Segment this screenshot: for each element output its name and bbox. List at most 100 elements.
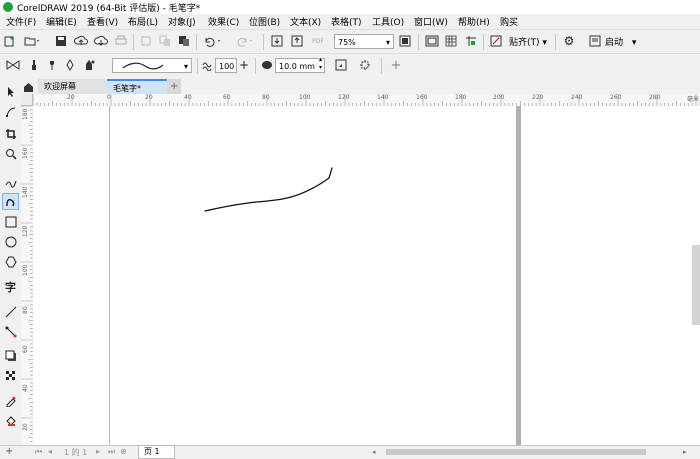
menu-table[interactable]: 表格(T) (331, 15, 362, 28)
crop-tool-icon[interactable] (2, 125, 19, 142)
plus-icon[interactable]: + (238, 58, 250, 72)
page-right-border (516, 106, 521, 445)
snap-to-dropdown[interactable]: 贴齐(T) ▾ (509, 35, 547, 48)
undo-icon[interactable] (202, 34, 224, 48)
ruler-label: 160 (416, 94, 428, 101)
drop-shadow-tool-icon[interactable] (2, 347, 19, 364)
vertical-scrollbar-thumb[interactable] (692, 245, 700, 325)
launch-dropdown[interactable]: 启动 ▾ (605, 35, 636, 48)
cloud-download-icon[interactable] (94, 34, 108, 48)
stroke-width-input[interactable]: 10.0 mm ▴ ▾ (275, 56, 325, 73)
ruler-origin[interactable] (21, 94, 33, 106)
separator (197, 58, 198, 74)
redo-icon[interactable] (234, 34, 256, 48)
menu-file[interactable]: 文件(F) (6, 15, 36, 28)
show-grid-icon[interactable] (444, 34, 458, 48)
add-page-end-icon[interactable]: ⊕ (120, 447, 127, 456)
menu-text[interactable]: 文本(X) (290, 15, 321, 28)
menu-tools[interactable]: 工具(O) (372, 15, 404, 28)
separator (381, 58, 382, 74)
document-tabs: 欢迎屏幕 毛笔字* + (20, 79, 700, 94)
separator (133, 34, 134, 50)
zoom-level-select[interactable]: 75% ▾ (334, 34, 394, 49)
add-page-icon[interactable]: + (5, 446, 13, 457)
export-icon[interactable] (290, 34, 304, 48)
show-rulers-icon[interactable] (424, 34, 440, 48)
shape-tool-icon[interactable] (2, 103, 19, 120)
artistic-media-preset-icon[interactable] (5, 58, 21, 72)
ruler-label: 60 (22, 345, 29, 353)
expression-icon[interactable] (82, 58, 96, 72)
pick-tool-icon[interactable] (2, 83, 19, 100)
gear-icon[interactable]: ⚙ (562, 34, 576, 48)
horizontal-scrollbar-thumb[interactable] (386, 449, 646, 455)
snap-to-icon[interactable] (489, 34, 503, 48)
drawing-canvas[interactable] (33, 106, 700, 445)
ruler-label: 20 (67, 94, 75, 101)
cloud-upload-icon[interactable] (74, 34, 88, 48)
menu-buy[interactable]: 购买 (500, 15, 518, 28)
paste-icon[interactable] (177, 34, 191, 48)
full-screen-icon[interactable] (398, 34, 412, 48)
new-document-icon[interactable] (3, 34, 17, 48)
tab-welcome-label: 欢迎屏幕 (44, 82, 76, 91)
ruler-label: 20 (22, 423, 29, 431)
scroll-left-icon[interactable]: ◂ (372, 448, 380, 456)
home-icon[interactable] (22, 80, 34, 93)
eyedropper-tool-icon[interactable] (2, 392, 19, 409)
menu-layout[interactable]: 布局(L) (128, 15, 158, 28)
menu-bitmap[interactable]: 位图(B) (249, 15, 280, 28)
snap-label: 贴齐(T) (509, 38, 540, 48)
frame-icon[interactable] (334, 58, 348, 72)
add-icon[interactable]: + (389, 58, 403, 73)
copy-icon[interactable] (158, 34, 172, 48)
ruler-label: 240 (571, 94, 583, 101)
ruler-label: 80 (262, 94, 270, 101)
transparency-tool-icon[interactable] (2, 367, 19, 384)
rectangle-tool-icon[interactable] (2, 213, 19, 230)
cut-icon[interactable] (139, 34, 153, 48)
calligraphic-icon[interactable] (64, 58, 76, 72)
freehand-tool-icon[interactable] (2, 173, 19, 190)
import-icon[interactable] (270, 34, 284, 48)
brush-stroke[interactable] (33, 106, 700, 445)
menu-edit[interactable]: 编辑(E) (46, 15, 77, 28)
bounding-box-icon[interactable] (358, 58, 372, 72)
publish-pdf-icon[interactable]: PDF (310, 34, 326, 48)
menu-window[interactable]: 窗口(W) (414, 15, 448, 28)
stroke-preset-select[interactable]: ▾ (112, 58, 192, 73)
show-guidelines-icon[interactable] (464, 34, 478, 48)
spinner-icon[interactable]: ▴ ▾ (319, 56, 322, 72)
parallel-dimension-tool-icon[interactable] (2, 303, 19, 320)
text-tool-icon[interactable]: 字 (2, 278, 19, 295)
brush-icon[interactable] (28, 58, 40, 72)
artistic-media-tool-icon[interactable] (2, 193, 19, 210)
prev-page-icon[interactable]: ◂ (48, 447, 52, 456)
next-page-icon[interactable]: ▸ (96, 447, 100, 456)
ruler-label: 220 (532, 94, 544, 101)
smoothing-input[interactable]: 100 (215, 58, 237, 73)
last-page-icon[interactable]: ⏭ (108, 447, 115, 457)
scroll-right-icon[interactable]: ▸ (683, 448, 691, 456)
ruler-label: 60 (223, 94, 231, 101)
save-icon[interactable] (54, 34, 68, 48)
standard-toolbar: PDF 75% ▾ 贴齐(T) ▾ ⚙ 启动 ▾ (0, 29, 700, 54)
stroke-preview-icon (122, 62, 164, 70)
add-tab-button[interactable]: + (167, 79, 181, 94)
tab-welcome-screen[interactable]: 欢迎屏幕 (38, 79, 116, 94)
menu-view[interactable]: 查看(V) (87, 15, 118, 28)
interactive-fill-tool-icon[interactable] (2, 412, 19, 429)
menu-help[interactable]: 帮助(H) (458, 15, 490, 28)
connector-tool-icon[interactable] (2, 323, 19, 340)
menu-object[interactable]: 对象(J) (168, 15, 196, 28)
polygon-tool-icon[interactable] (2, 253, 19, 270)
ellipse-tool-icon[interactable] (2, 233, 19, 250)
sprayer-icon[interactable] (46, 58, 58, 72)
ruler-label: 120 (338, 94, 350, 101)
open-icon[interactable] (23, 34, 41, 48)
launch-icon[interactable] (588, 34, 602, 48)
menu-effects[interactable]: 效果(C) (208, 15, 239, 28)
zoom-tool-icon[interactable] (2, 145, 19, 162)
first-page-icon[interactable]: ⏮ (35, 447, 42, 457)
print-icon[interactable] (114, 34, 128, 48)
